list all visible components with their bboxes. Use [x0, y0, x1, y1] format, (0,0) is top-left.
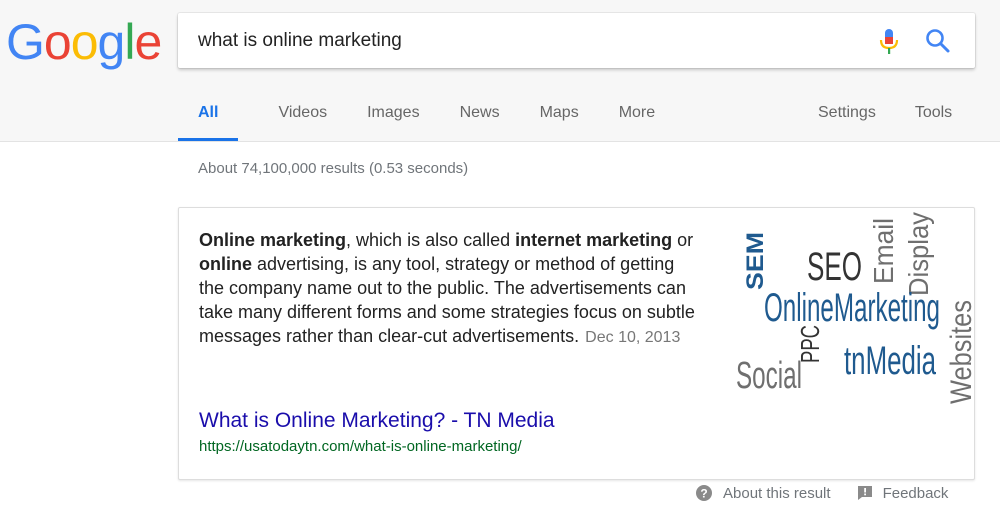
- logo-letter: e: [134, 14, 162, 70]
- snippet-bold: Online marketing: [199, 230, 347, 250]
- snippet-bold: online: [199, 254, 252, 274]
- feedback-link[interactable]: Feedback: [857, 484, 949, 502]
- cloud-word-sem: SEM: [742, 232, 769, 290]
- logo-letter: o: [70, 14, 99, 70]
- logo-letter: o: [43, 14, 72, 70]
- snippet-bold: internet marketing: [515, 230, 673, 250]
- search-tabs: All Videos Images News Maps More: [178, 94, 695, 142]
- svg-text:?: ?: [700, 487, 707, 501]
- tab-news[interactable]: News: [460, 94, 500, 141]
- cloud-word-websites: Websites: [945, 300, 974, 404]
- snippet-text-part: or: [672, 230, 694, 250]
- featured-snippet: Online marketing, which is also called i…: [178, 207, 975, 480]
- search-input[interactable]: [198, 13, 858, 68]
- result-footer: ? About this result Feedback: [695, 484, 974, 502]
- tools-tabs: Settings Tools: [818, 94, 991, 141]
- tab-more[interactable]: More: [619, 94, 655, 141]
- result-url: https://usatodaytn.com/what-is-online-ma…: [199, 438, 522, 455]
- google-logo[interactable]: Google: [6, 14, 162, 70]
- logo-letter: G: [6, 14, 45, 70]
- tab-tools[interactable]: Tools: [915, 94, 952, 141]
- tab-settings[interactable]: Settings: [818, 94, 876, 141]
- help-circle-icon: ?: [696, 485, 712, 501]
- cloud-word-social: Social: [736, 355, 802, 397]
- search-box: [178, 13, 975, 68]
- result-title-link[interactable]: What is Online Marketing? - TN Media: [199, 409, 555, 433]
- search-icon[interactable]: [924, 27, 952, 55]
- feedback-label: Feedback: [882, 484, 949, 502]
- microphone-icon[interactable]: [878, 28, 900, 56]
- cloud-word-tnmedia: tnMedia: [844, 339, 936, 383]
- cloud-word-onlinemarketing: OnlineMarketing: [764, 286, 940, 330]
- about-label: About this result: [723, 484, 831, 502]
- feedback-icon: [857, 486, 872, 500]
- snippet-text: Online marketing, which is also called i…: [199, 228, 704, 350]
- logo-letter: l: [124, 14, 135, 70]
- cloud-word-seo: SEO: [807, 245, 862, 289]
- snippet-text-part: , which is also called: [346, 230, 516, 250]
- tab-maps[interactable]: Maps: [540, 94, 579, 141]
- tab-all[interactable]: All: [178, 94, 239, 141]
- tab-images[interactable]: Images: [367, 94, 419, 141]
- tab-videos[interactable]: Videos: [278, 94, 327, 141]
- about-this-result[interactable]: ? About this result: [695, 484, 831, 502]
- word-cloud-image[interactable]: SEM SEO Email Display OnlineMarketing PP…: [734, 208, 974, 413]
- snippet-date: Dec 10, 2013: [585, 329, 681, 346]
- cloud-word-display: Display: [903, 212, 934, 296]
- logo-letter: g: [97, 14, 126, 70]
- result-stats: About 74,100,000 results (0.53 seconds): [198, 160, 469, 177]
- cloud-word-email: Email: [868, 218, 899, 284]
